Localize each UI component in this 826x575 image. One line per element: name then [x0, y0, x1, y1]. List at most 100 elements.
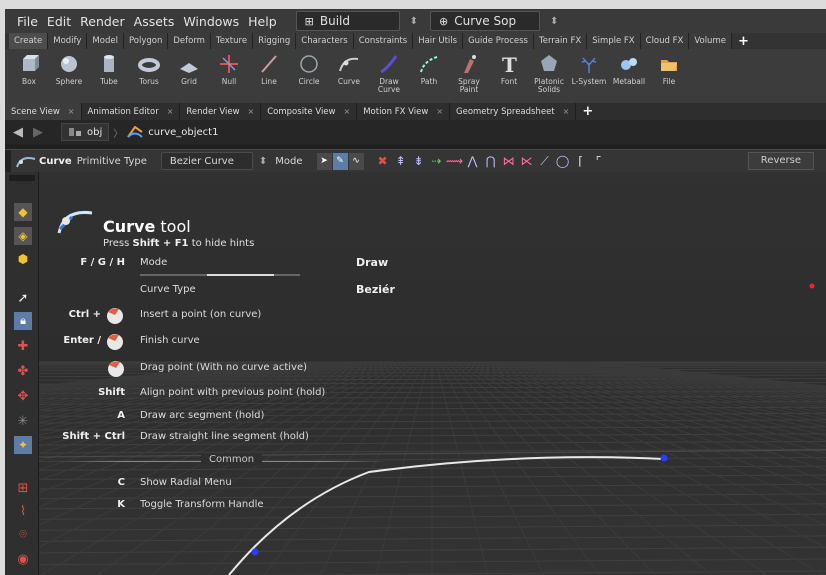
shelf-tab-modify[interactable]: Modify [48, 33, 88, 49]
shelf-tool-curve[interactable]: Curve [329, 49, 369, 86]
curve-point-start[interactable] [251, 548, 259, 556]
flipbook-icon[interactable]: ⌇ [14, 502, 32, 520]
shelf-tab-create[interactable]: Create [9, 33, 49, 49]
desktop-spinner[interactable]: ⬍ [410, 16, 418, 27]
delete-point-icon[interactable]: ✖ [375, 153, 391, 170]
collapse-handle[interactable] [5, 150, 11, 172]
magnet-icon[interactable]: ⬢ [14, 250, 32, 268]
shelf-tab-model[interactable]: Model [87, 33, 124, 49]
pane-tab-animation-editor[interactable]: Animation Editor × [82, 103, 181, 120]
shelf-tab-simple-fx[interactable]: Simple FX [587, 33, 641, 49]
shelf-tool-file[interactable]: File [649, 49, 689, 86]
dropdown-spinner-icon[interactable]: ⬍ [259, 156, 267, 167]
primitive-type-dropdown[interactable]: Bezier Curve [160, 152, 253, 170]
shelf-tab-hair-utils[interactable]: Hair Utils [413, 33, 464, 49]
context-spinner[interactable]: ⬍ [550, 16, 558, 27]
insert-point-icon[interactable]: ⇞ [393, 153, 409, 170]
close-tab-icon[interactable]: × [344, 107, 351, 116]
shelf-tool-draw-curve[interactable]: Draw Curve [369, 49, 409, 94]
pane-tab-geometry-spreadsheet[interactable]: Geometry Spreadsheet × [450, 103, 577, 120]
split-icon[interactable]: ⇟ [411, 153, 427, 170]
mode-slider[interactable] [140, 274, 300, 276]
shelf-tab-polygon[interactable]: Polygon [123, 33, 169, 49]
render-region-icon[interactable]: ⌾ [14, 525, 32, 543]
menu-windows[interactable]: Windows [183, 14, 239, 29]
add-pane-tab-icon[interactable]: + [576, 104, 599, 119]
menu-render[interactable]: Render [80, 14, 125, 29]
rotate-icon[interactable]: ✤ [14, 362, 32, 380]
shelf-tool-sphere[interactable]: Sphere [49, 49, 89, 86]
handle-tool-icon[interactable]: ✦ [14, 436, 32, 454]
shelf-tool-grid[interactable]: Grid [169, 49, 209, 86]
shelf-tab-characters[interactable]: Characters [296, 33, 354, 49]
fillet-icon[interactable]: ⋉ [519, 153, 535, 170]
pane-tab-scene-view[interactable]: Scene View × [5, 103, 82, 120]
snap-icon[interactable]: ◈ [14, 227, 32, 245]
shelf-tool-null[interactable]: Null [209, 49, 249, 86]
shelf-tab-deform[interactable]: Deform [168, 33, 211, 49]
shelf-tool-box[interactable]: Box [9, 49, 49, 86]
pane-tab-motion-fx-view[interactable]: Motion FX View × [357, 103, 451, 120]
desktop-selector[interactable]: ⊞ Build [295, 11, 400, 31]
close-tab-icon[interactable]: × [68, 107, 75, 116]
shelf-tool-metaball[interactable]: Metaball [609, 49, 649, 86]
back-arrow-icon[interactable]: ◀ [11, 125, 25, 140]
shelf-tab-rigging[interactable]: Rigging [253, 33, 297, 49]
fuse-icon[interactable]: ⇢ [429, 153, 445, 170]
curve-point-end[interactable] [660, 454, 668, 462]
shelf-tab-constraints[interactable]: Constraints [353, 33, 414, 49]
smooth-icon[interactable]: ⋈ [501, 153, 517, 170]
shelf-tool-platonic-solids[interactable]: Platonic Solids [529, 49, 569, 94]
menu-file[interactable]: File [17, 14, 38, 29]
pane-tab-composite-view[interactable]: Composite View × [261, 103, 358, 120]
mode-freehand-button[interactable]: ∿ [348, 152, 364, 170]
close-tab-icon[interactable]: × [436, 107, 443, 116]
cut-icon[interactable]: ⌜ [591, 153, 607, 170]
scene-viewport[interactable]: Curve tool Press Shift + F1 to hide hint… [39, 172, 826, 575]
shelf-tab-guide-process[interactable]: Guide Process [463, 33, 534, 49]
shelf-tab-texture[interactable]: Texture [210, 33, 254, 49]
path-node[interactable]: curve_object1 [127, 126, 218, 138]
path-root[interactable]: obj [61, 123, 110, 141]
reverse-button[interactable]: Reverse [747, 152, 814, 170]
forward-arrow-icon[interactable]: ▶ [31, 125, 45, 140]
shelf-tab-terrain-fx[interactable]: Terrain FX [533, 33, 588, 49]
straighten-icon[interactable]: ⟋ [537, 153, 553, 170]
shelf-tool-tube[interactable]: Tube [89, 49, 129, 86]
shelf-tool-line[interactable]: Line [249, 49, 289, 86]
bezier-curve[interactable] [228, 456, 665, 575]
menu-help[interactable]: Help [248, 14, 277, 29]
transform-icon[interactable]: ✚ [14, 337, 32, 355]
select-arrow-icon[interactable]: ➚ [14, 289, 32, 307]
corner-icon[interactable]: ⌈ [573, 153, 589, 170]
close-tab-icon[interactable]: × [248, 107, 255, 116]
shelf-tool-torus[interactable]: Torus [129, 49, 169, 86]
show-handle-icon[interactable]: ◆ [14, 203, 32, 221]
shelf-tool-path[interactable]: Path [409, 49, 449, 86]
circle-op-icon[interactable]: ◯ [555, 153, 571, 170]
context-selector[interactable]: ⊕ Curve Sop [430, 11, 541, 31]
shelf-tool-spray-paint[interactable]: Spray Paint [449, 49, 489, 94]
menu-edit[interactable]: Edit [47, 14, 71, 29]
blend-icon[interactable]: ⟿ [446, 153, 463, 170]
mode-select-button[interactable]: ➤ [316, 152, 332, 170]
lock-icon[interactable]: 🔒︎ [14, 312, 32, 330]
shelf-tool-l-system[interactable]: L-System [569, 49, 609, 86]
add-shelf-icon[interactable]: + [732, 34, 755, 49]
toolbar-handle[interactable] [9, 175, 35, 181]
scale-icon[interactable]: ✥ [14, 387, 32, 405]
view-tool-icon[interactable]: ⊞ [14, 479, 32, 497]
shelf-tool-font[interactable]: T Font [489, 49, 529, 86]
close-tab-icon[interactable]: × [167, 107, 174, 116]
menu-assets[interactable]: Assets [134, 14, 175, 29]
shelf-tab-cloud-fx[interactable]: Cloud FX [640, 33, 690, 49]
pose-icon[interactable]: ✳ [14, 412, 32, 430]
arc-icon[interactable]: ⋀ [465, 153, 481, 170]
close-tab-icon[interactable]: × [563, 107, 570, 116]
mode-draw-button[interactable]: ✎ [332, 152, 348, 170]
round-icon[interactable]: ⋂ [483, 153, 499, 170]
shelf-tab-volume[interactable]: Volume [689, 33, 732, 49]
camera-icon[interactable]: ◉ [14, 550, 32, 568]
pane-tab-render-view[interactable]: Render View × [180, 103, 262, 120]
shelf-tool-circle[interactable]: Circle [289, 49, 329, 86]
